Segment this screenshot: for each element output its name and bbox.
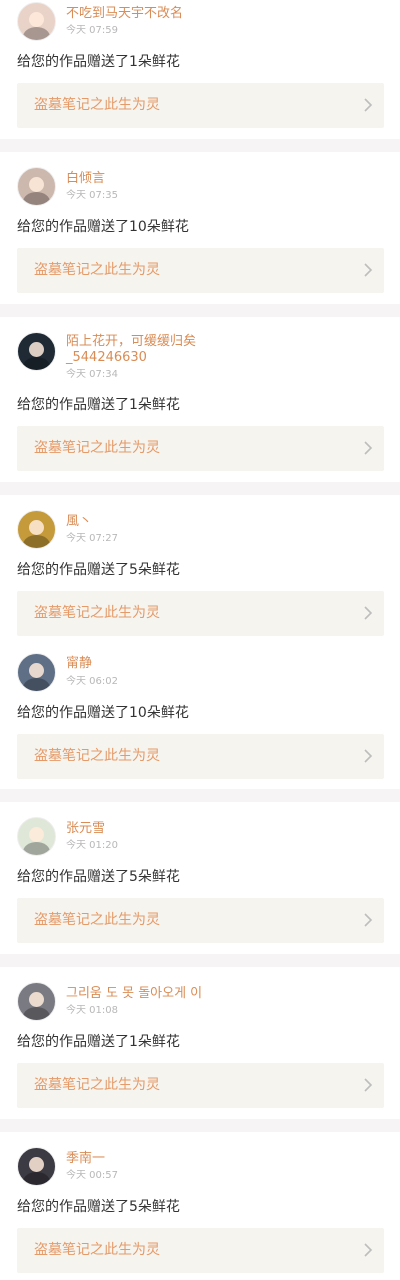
gift-notification-item[interactable]: 陌上花开，可缓缓归矣_544246630 今天 07:34 给您的作品赠送了1朵… bbox=[0, 317, 400, 482]
gift-notification-item[interactable]: 白倾言 今天 07:35 给您的作品赠送了10朵鲜花 盗墓笔记之此生为灵 bbox=[0, 152, 400, 304]
gift-notification-item[interactable]: 不吃到马天宇不改名 今天 07:59 给您的作品赠送了1朵鲜花 盗墓笔记之此生为… bbox=[0, 0, 400, 139]
gift-notification-item[interactable]: 季南一 今天 00:57 给您的作品赠送了5朵鲜花 盗墓笔记之此生为灵 bbox=[0, 1132, 400, 1280]
separator bbox=[0, 1119, 400, 1132]
avatar[interactable] bbox=[17, 653, 56, 692]
work-title: 盗墓笔记之此生为灵 bbox=[34, 912, 160, 928]
sender-name[interactable]: 그리움 도 못 돌아오게 이 bbox=[66, 986, 386, 1002]
gift-notification-item[interactable]: 张元雪 今天 01:20 给您的作品赠送了5朵鲜花 盗墓笔记之此生为灵 bbox=[0, 802, 400, 954]
gift-message: 给您的作品赠送了1朵鲜花 bbox=[17, 397, 180, 413]
separator bbox=[0, 304, 400, 317]
separator bbox=[0, 954, 400, 967]
sender-name[interactable]: 風丶 bbox=[66, 514, 386, 530]
gift-message: 给您的作品赠送了10朵鲜花 bbox=[17, 705, 189, 721]
gift-notification-item[interactable]: 그리움 도 못 돌아오게 이 今天 01:08 给您的作品赠送了1朵鲜花 盗墓笔… bbox=[0, 967, 400, 1119]
avatar[interactable] bbox=[17, 817, 56, 856]
avatar[interactable] bbox=[17, 332, 56, 371]
separator bbox=[0, 482, 400, 495]
timestamp: 今天 07:59 bbox=[66, 25, 118, 36]
sender-name[interactable]: 不吃到马天宇不改名 bbox=[66, 6, 386, 22]
separator bbox=[0, 789, 400, 802]
avatar[interactable] bbox=[17, 510, 56, 549]
sender-name[interactable]: 白倾言 bbox=[66, 171, 386, 187]
gift-message: 给您的作品赠送了5朵鲜花 bbox=[17, 1199, 180, 1215]
work-link-button[interactable]: 盗墓笔记之此生为灵 bbox=[17, 1063, 384, 1108]
chevron-right-icon bbox=[364, 441, 373, 455]
chevron-right-icon bbox=[364, 1243, 373, 1257]
work-title: 盗墓笔记之此生为灵 bbox=[34, 605, 160, 621]
timestamp: 今天 00:57 bbox=[66, 1170, 118, 1181]
timestamp: 今天 07:34 bbox=[66, 369, 118, 380]
sender-name[interactable]: 张元雪 bbox=[66, 821, 386, 837]
work-link-button[interactable]: 盗墓笔记之此生为灵 bbox=[17, 248, 384, 293]
work-title: 盗墓笔记之此生为灵 bbox=[34, 262, 160, 278]
work-link-button[interactable]: 盗墓笔记之此生为灵 bbox=[17, 83, 384, 128]
timestamp: 今天 01:20 bbox=[66, 840, 118, 851]
chevron-right-icon bbox=[364, 913, 373, 927]
gift-message: 给您的作品赠送了10朵鲜花 bbox=[17, 219, 189, 235]
timestamp: 今天 07:27 bbox=[66, 533, 118, 544]
gift-message: 给您的作品赠送了5朵鲜花 bbox=[17, 869, 180, 885]
gift-message: 给您的作品赠送了1朵鲜花 bbox=[17, 1034, 180, 1050]
timestamp: 今天 06:02 bbox=[66, 676, 118, 687]
gift-notification-item[interactable]: 甯静 今天 06:02 给您的作品赠送了10朵鲜花 盗墓笔记之此生为灵 bbox=[0, 642, 400, 789]
avatar[interactable] bbox=[17, 982, 56, 1021]
chevron-right-icon bbox=[364, 749, 373, 763]
avatar[interactable] bbox=[17, 2, 56, 41]
work-link-button[interactable]: 盗墓笔记之此生为灵 bbox=[17, 898, 384, 943]
sender-name[interactable]: 季南一 bbox=[66, 1151, 386, 1167]
work-title: 盗墓笔记之此生为灵 bbox=[34, 97, 160, 113]
avatar[interactable] bbox=[17, 1147, 56, 1186]
timestamp: 今天 07:35 bbox=[66, 190, 118, 201]
sender-name[interactable]: 陌上花开，可缓缓归矣_544246630 bbox=[66, 334, 226, 366]
work-title: 盗墓笔记之此生为灵 bbox=[34, 1077, 160, 1093]
work-link-button[interactable]: 盗墓笔记之此生为灵 bbox=[17, 1228, 384, 1273]
separator bbox=[0, 139, 400, 152]
work-link-button[interactable]: 盗墓笔记之此生为灵 bbox=[17, 734, 384, 779]
gift-notification-item[interactable]: 風丶 今天 07:27 给您的作品赠送了5朵鲜花 盗墓笔记之此生为灵 bbox=[0, 495, 400, 642]
chevron-right-icon bbox=[364, 606, 373, 620]
work-title: 盗墓笔记之此生为灵 bbox=[34, 440, 160, 456]
work-title: 盗墓笔记之此生为灵 bbox=[34, 748, 160, 764]
timestamp: 今天 01:08 bbox=[66, 1005, 118, 1016]
gift-message: 给您的作品赠送了1朵鲜花 bbox=[17, 54, 180, 70]
work-link-button[interactable]: 盗墓笔记之此生为灵 bbox=[17, 591, 384, 636]
chevron-right-icon bbox=[364, 263, 373, 277]
chevron-right-icon bbox=[364, 1078, 373, 1092]
avatar[interactable] bbox=[17, 167, 56, 206]
work-title: 盗墓笔记之此生为灵 bbox=[34, 1242, 160, 1258]
chevron-right-icon bbox=[364, 98, 373, 112]
gift-message: 给您的作品赠送了5朵鲜花 bbox=[17, 562, 180, 578]
work-link-button[interactable]: 盗墓笔记之此生为灵 bbox=[17, 426, 384, 471]
sender-name[interactable]: 甯静 bbox=[66, 656, 386, 672]
